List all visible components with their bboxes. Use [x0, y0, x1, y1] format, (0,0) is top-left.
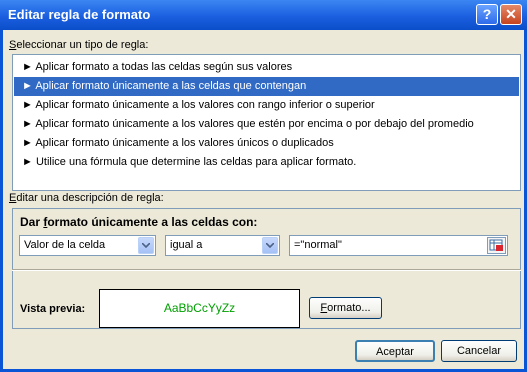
rule-type-label: Seleccionar un tipo de regla: [9, 39, 148, 51]
value-input-text: ="normal" [294, 239, 342, 251]
rule-description-label-text: ditar una descripción de regla: [16, 192, 164, 204]
condition-type-select[interactable]: Valor de la celda [19, 235, 156, 256]
chevron-down-icon[interactable] [138, 237, 154, 254]
rule-type-list[interactable]: ► Aplicar formato a todas las celdas seg… [12, 54, 521, 191]
heading-rest: ormato únicamente a las celdas con: [47, 215, 258, 229]
rule-description-label: Editar una descripción de regla: [9, 192, 164, 204]
chevron-down-icon[interactable] [262, 237, 278, 254]
cell-reference-button[interactable] [487, 237, 506, 254]
operator-value: igual a [170, 239, 203, 251]
panel-divider [12, 269, 521, 271]
rule-type-item-top-bottom[interactable]: ► Aplicar formato únicamente a los valor… [14, 96, 519, 115]
dialog-body: Seleccionar un tipo de regla: ► Aplicar … [3, 30, 524, 369]
help-button[interactable]: ? [476, 4, 498, 25]
value-input[interactable]: ="normal" [289, 235, 508, 256]
format-button-label: ormato... [327, 302, 371, 314]
condition-type-value: Valor de la celda [24, 239, 106, 251]
dialog-window: Editar regla de formato ? ✕ Seleccionar … [0, 0, 527, 372]
format-preview-box: AaBbCcYyZz [99, 289, 300, 328]
close-button[interactable]: ✕ [500, 4, 522, 25]
close-icon: ✕ [505, 6, 517, 22]
help-icon: ? [482, 6, 492, 22]
rule-type-item-all-cells[interactable]: ► Aplicar formato a todas las celdas seg… [14, 58, 519, 77]
title-bar[interactable]: Editar regla de formato ? ✕ [0, 0, 527, 30]
rule-type-item-unique-duplicate[interactable]: ► Aplicar formato únicamente a los valor… [14, 134, 519, 153]
dialog-title: Editar regla de formato [8, 7, 151, 22]
rule-type-item-formula[interactable]: ► Utilice una fórmula que determine las … [14, 153, 519, 172]
rule-description-heading: Dar formato únicamente a las celdas con: [20, 215, 257, 229]
range-select-icon [489, 239, 503, 251]
cancel-button[interactable]: Cancelar [441, 340, 517, 362]
preview-label: Vista previa: [20, 303, 86, 315]
rule-type-item-cells-containing[interactable]: ► Aplicar formato únicamente a las celda… [14, 77, 519, 96]
accept-button[interactable]: Aceptar [355, 340, 435, 362]
operator-select[interactable]: igual a [165, 235, 280, 256]
rule-type-item-above-below-average[interactable]: ► Aplicar formato únicamente a los valor… [14, 115, 519, 134]
heading-prefix: Dar [20, 215, 44, 229]
format-button[interactable]: Formato... [309, 297, 382, 319]
rule-type-label-text: eleccionar un tipo de regla: [16, 39, 149, 51]
